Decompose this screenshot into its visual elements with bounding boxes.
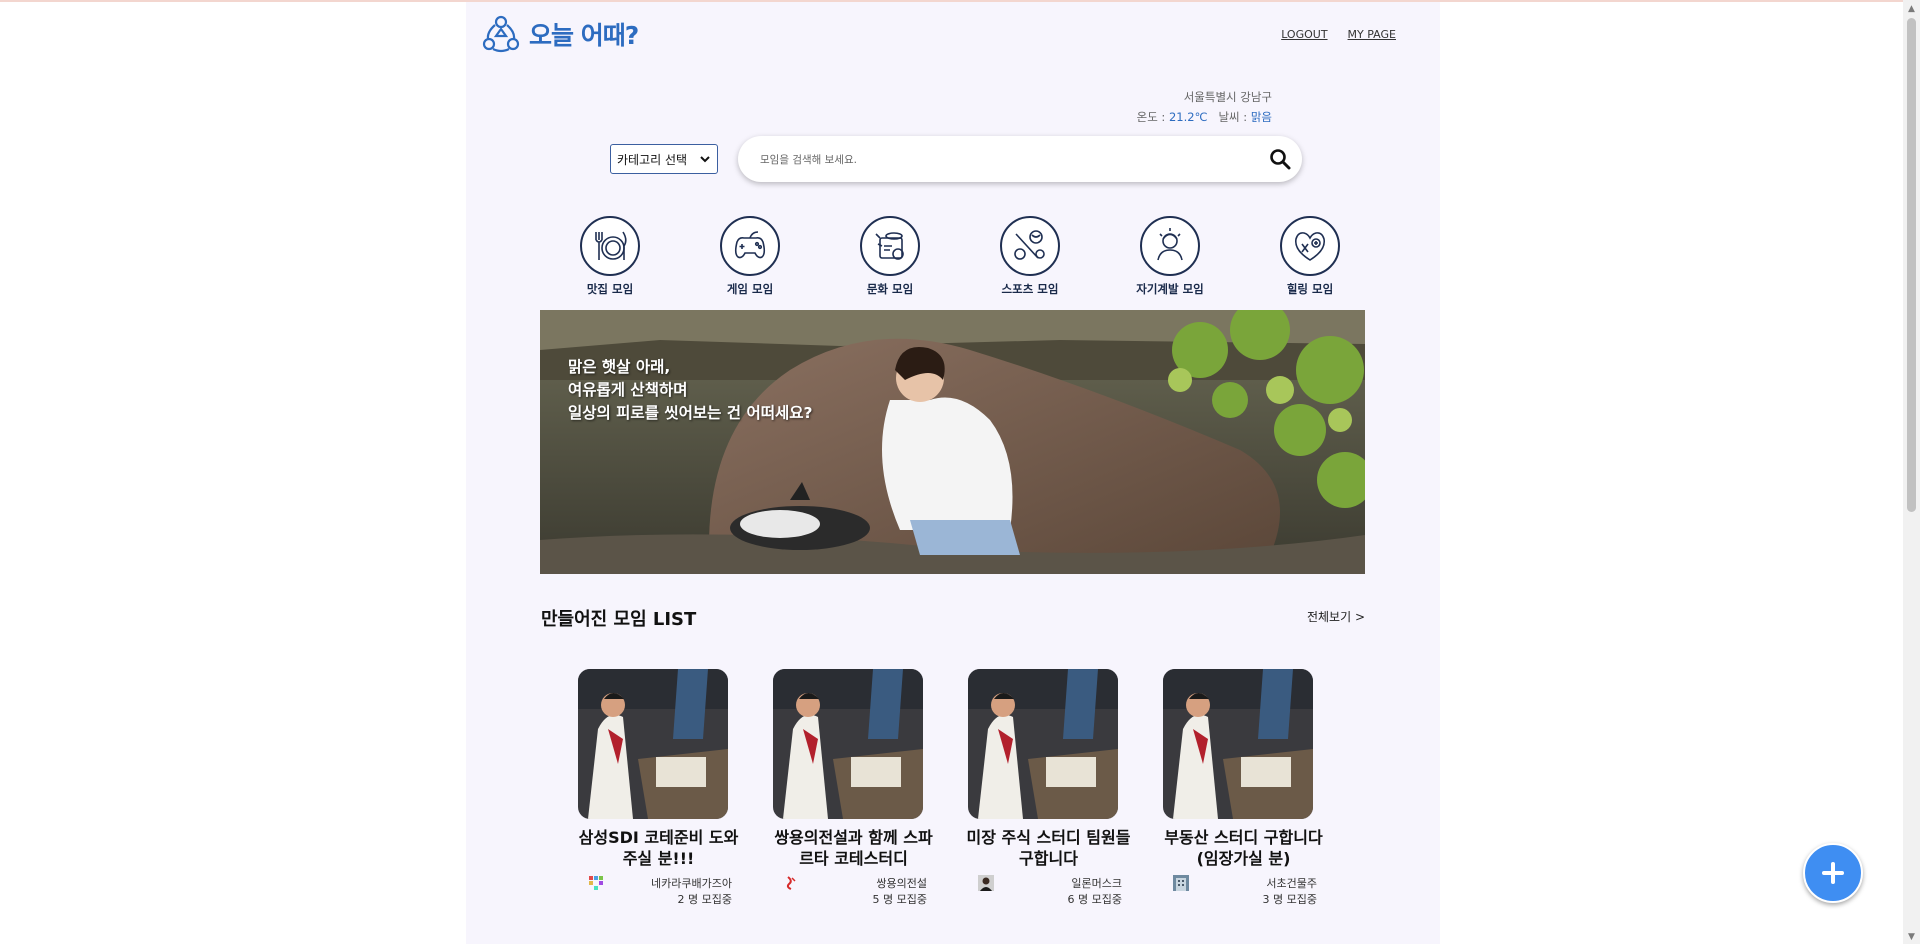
weather-value: 맑음	[1250, 110, 1272, 124]
temp-value: 21.2℃	[1168, 110, 1208, 124]
meeting-card-company: 쌍용의전설	[876, 877, 927, 890]
banner-line: 여유롭게 산책하며	[568, 381, 688, 399]
category-label: 자기계발 모임	[1136, 282, 1204, 296]
scrollbar[interactable]: ▲ ▼	[1903, 0, 1920, 944]
category-sports[interactable]: 스포츠 모임	[975, 216, 1085, 297]
category-culture[interactable]: 문화 모임	[835, 216, 945, 297]
list-title: 만들어진 모임 LIST	[541, 609, 697, 630]
self-development-icon	[1140, 216, 1200, 276]
banner-line: 일상의 피로를 씻어보는 건 어떠세요?	[568, 404, 813, 422]
weather-line: 온도 : 21.2℃ 날씨 : 맑음	[1137, 107, 1272, 127]
meeting-card-image	[578, 669, 728, 819]
top-links: LOGOUT MY PAGE	[1281, 28, 1396, 41]
building-icon	[1173, 875, 1189, 891]
company-logo-icon	[786, 876, 796, 890]
category-label: 힐링 모임	[1286, 282, 1334, 296]
weather-label: 날씨 :	[1218, 110, 1251, 124]
gamepad-icon	[720, 216, 780, 276]
healing-icon	[1280, 216, 1340, 276]
search-input[interactable]	[758, 149, 1242, 171]
chevron-down-icon	[700, 156, 710, 163]
meeting-card[interactable]: 부동산 스터디 구합니다(임장가실 분) 서초건물주 3 명 모집중	[1163, 669, 1323, 909]
banner-text: 맑은 햇살 아래, 여유롭게 산책하며 일상의 피로를 씻어보는 건 어떠세요?	[568, 356, 812, 425]
category-label: 맛집 모임	[586, 282, 634, 296]
logo-icon	[482, 15, 520, 53]
meeting-card-company: 서초건물주	[1266, 877, 1317, 890]
culture-icon	[860, 216, 920, 276]
meeting-card-list: 삼성SDI 코테준비 도와주실 분!!! 네카라쿠배가즈아 2 명 모집중 쌍용…	[578, 669, 1323, 909]
category-label: 게임 모임	[726, 282, 774, 296]
meeting-card-count: 3 명 모집중	[1262, 893, 1317, 906]
banner-image	[540, 310, 1365, 574]
search-icon[interactable]	[1268, 147, 1292, 171]
dining-icon	[580, 216, 640, 276]
meeting-card-title: 미장 주식 스터디 팀원들 구합니다	[966, 828, 1131, 868]
category-healing[interactable]: 힐링 모임	[1255, 216, 1365, 297]
meeting-card-count: 2 명 모집중	[677, 893, 732, 906]
meeting-card-image	[1163, 669, 1313, 819]
mypage-link[interactable]: MY PAGE	[1348, 28, 1396, 41]
category-label: 스포츠 모임	[1001, 282, 1059, 296]
meeting-card-meta: 서초건물주 3 명 모집중	[1163, 873, 1317, 909]
search-box	[738, 136, 1302, 182]
meeting-card-count: 6 명 모집중	[1067, 893, 1122, 906]
avatar-icon	[978, 875, 994, 891]
meeting-card[interactable]: 미장 주식 스터디 팀원들 구합니다 일론머스크 6 명 모집중	[967, 669, 1130, 909]
category-self-development[interactable]: 자기계발 모임	[1115, 216, 1225, 297]
meeting-card-count: 5 명 모집중	[872, 893, 927, 906]
category-game[interactable]: 게임 모임	[695, 216, 805, 297]
scroll-down-icon[interactable]: ▼	[1906, 931, 1917, 943]
meeting-card-image	[968, 669, 1118, 819]
category-menu: 맛집 모임 게임 모임 문화 모임 스포츠 모임 자기계발 모임 힐링 모임	[555, 216, 1365, 297]
weather-location: 서울특별시 강남구	[1183, 90, 1272, 104]
meeting-card-meta: 일론머스크 6 명 모집중	[968, 873, 1122, 909]
category-label: 문화 모임	[866, 282, 914, 296]
meeting-card-title: 삼성SDI 코테준비 도와주실 분!!!	[578, 828, 739, 868]
meeting-card[interactable]: 쌍용의전설과 함께 스파르타 코테스터디 쌍용의전설 5 명 모집중	[773, 669, 933, 909]
hero-banner[interactable]: 맑은 햇살 아래, 여유롭게 산책하며 일상의 피로를 씻어보는 건 어떠세요?	[540, 310, 1365, 574]
category-select-value: 카테고리 선택	[617, 152, 688, 167]
view-all-link[interactable]: 전체보기 >	[1307, 608, 1365, 625]
banner-line: 맑은 햇살 아래,	[568, 358, 671, 376]
create-meeting-button[interactable]	[1803, 843, 1863, 903]
scroll-up-icon[interactable]: ▲	[1906, 3, 1917, 15]
category-dining[interactable]: 맛집 모임	[555, 216, 665, 297]
category-select[interactable]: 카테고리 선택	[610, 144, 718, 174]
sports-icon	[1000, 216, 1060, 276]
meeting-card-title: 부동산 스터디 구합니다(임장가실 분)	[1164, 828, 1323, 868]
scrollbar-thumb[interactable]	[1907, 18, 1916, 512]
page-container: 오늘 어때? LOGOUT MY PAGE 서울특별시 강남구 온도 : 21.…	[466, 2, 1440, 944]
meeting-card-meta: 쌍용의전설 5 명 모집중	[773, 873, 927, 909]
logo-text: 오늘 어때?	[529, 21, 639, 50]
meeting-card[interactable]: 삼성SDI 코테준비 도와주실 분!!! 네카라쿠배가즈아 2 명 모집중	[578, 669, 738, 909]
temp-label: 온도 :	[1136, 110, 1169, 124]
meeting-card-meta: 네카라쿠배가즈아 2 명 모집중	[578, 873, 732, 909]
company-logo-icon	[589, 876, 603, 890]
logout-link[interactable]: LOGOUT	[1281, 28, 1327, 41]
meeting-card-image	[773, 669, 923, 819]
weather-info: 서울특별시 강남구 온도 : 21.2℃ 날씨 : 맑음	[1137, 87, 1272, 127]
logo[interactable]: 오늘 어때?	[481, 14, 639, 54]
meeting-card-company: 일론머스크	[1071, 877, 1122, 890]
meeting-card-title: 쌍용의전설과 함께 스파르타 코테스터디	[774, 828, 933, 868]
meeting-card-company: 네카라쿠배가즈아	[651, 877, 732, 890]
